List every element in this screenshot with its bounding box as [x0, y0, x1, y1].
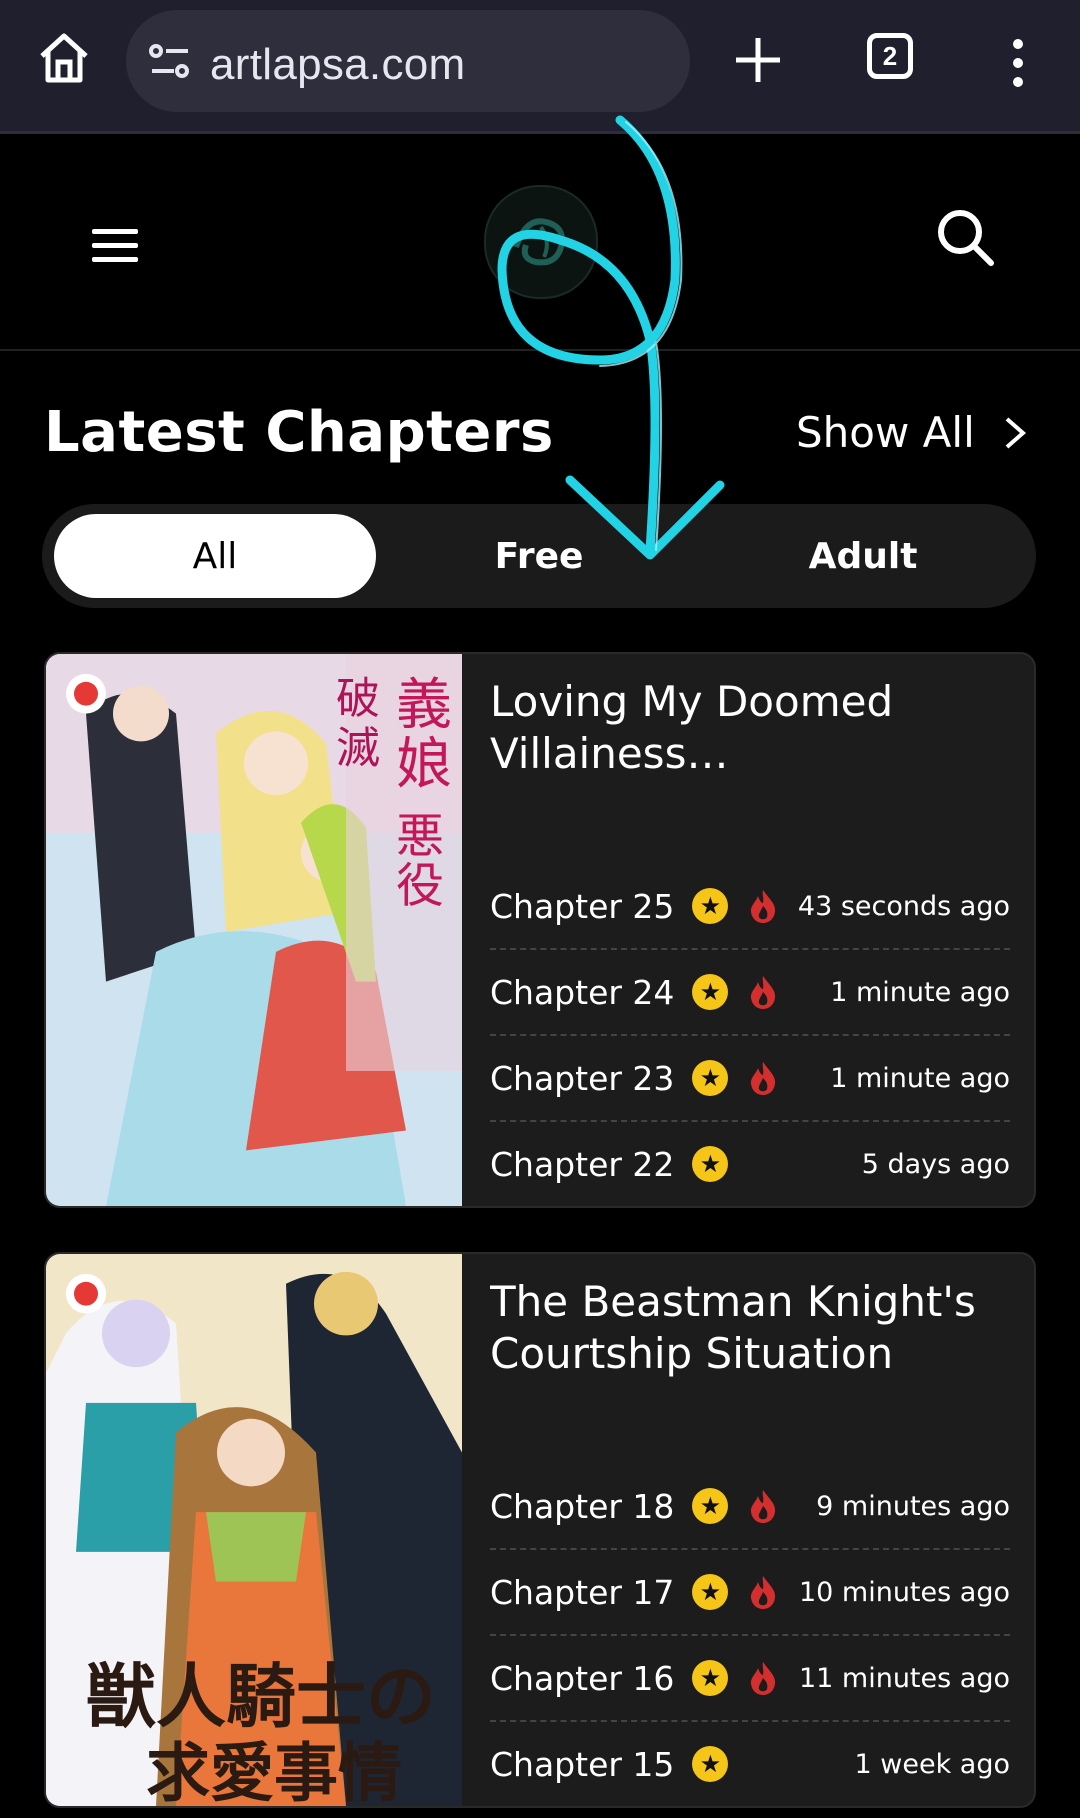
- chapter-time: 10 minutes ago: [798, 1576, 1010, 1608]
- manga-title[interactable]: Loving My Doomed Villainess Stepdaughte…: [490, 676, 1010, 780]
- tab-free[interactable]: Free: [378, 514, 700, 598]
- fire-icon: [751, 1576, 776, 1609]
- fire-icon: [751, 1662, 776, 1695]
- search-icon[interactable]: [935, 207, 995, 267]
- chapter-row[interactable]: Chapter 16 ★ 11 minutes ago: [490, 1636, 1010, 1722]
- chapter-time: 5 days ago: [861, 1148, 1010, 1180]
- chapter-label[interactable]: Chapter 25: [490, 887, 674, 926]
- chevron-right-icon[interactable]: [1003, 413, 1027, 453]
- svg-text:破: 破: [336, 674, 380, 725]
- svg-text:役: 役: [396, 859, 444, 914]
- chapter-row[interactable]: Chapter 17 ★ 10 minutes ago: [490, 1550, 1010, 1636]
- site-logo[interactable]: [484, 185, 598, 299]
- tab-all[interactable]: All: [54, 514, 376, 598]
- fire-icon: [751, 976, 776, 1009]
- star-icon: ★: [692, 1574, 729, 1610]
- chapter-label[interactable]: Chapter 24: [490, 973, 674, 1012]
- site-settings-icon[interactable]: [148, 42, 192, 80]
- chapter-label[interactable]: Chapter 23: [490, 1059, 674, 1098]
- manga-title[interactable]: The Beastman Knight's Courtship Situatio…: [490, 1276, 1010, 1380]
- chapter-row[interactable]: Chapter 15 ★ 1 week ago: [490, 1722, 1010, 1806]
- cover-image[interactable]: 獣人騎士の 求愛事情: [46, 1254, 462, 1806]
- chapter-label[interactable]: Chapter 18: [490, 1487, 674, 1526]
- chapter-label[interactable]: Chapter 17: [490, 1573, 674, 1612]
- chapter-time: 43 seconds ago: [797, 890, 1010, 922]
- svg-text:滅: 滅: [336, 723, 380, 774]
- star-icon: ★: [692, 1060, 729, 1096]
- chapter-time: 11 minutes ago: [798, 1662, 1010, 1694]
- star-icon: ★: [692, 1746, 729, 1782]
- home-icon[interactable]: [36, 30, 92, 86]
- chapter-time: 1 minute ago: [830, 1062, 1010, 1094]
- star-icon: ★: [692, 1660, 729, 1696]
- chapter-time: 1 week ago: [854, 1748, 1011, 1780]
- chapter-label[interactable]: Chapter 22: [490, 1145, 674, 1184]
- star-icon: ★: [692, 888, 729, 924]
- chapter-label[interactable]: Chapter 16: [490, 1659, 674, 1698]
- fire-icon: [751, 1062, 776, 1095]
- cover-image[interactable]: 義 娘 悪 役 破 滅: [46, 654, 462, 1206]
- chapter-list: Chapter 25 ★ 43 seconds ago Chapter 24 ★…: [490, 864, 1010, 1206]
- chapter-list: Chapter 18 ★ 9 minutes ago Chapter 17 ★ …: [490, 1464, 1010, 1806]
- chapter-row[interactable]: Chapter 22 ★ 5 days ago: [490, 1122, 1010, 1206]
- chapter-row[interactable]: Chapter 24 ★ 1 minute ago: [490, 950, 1010, 1036]
- chapter-time: 9 minutes ago: [816, 1490, 1010, 1522]
- tab-adult[interactable]: Adult: [702, 514, 1024, 598]
- chapter-label[interactable]: Chapter 15: [490, 1745, 674, 1784]
- section-title: Latest Chapters: [44, 400, 554, 465]
- tab-switcher-button[interactable]: 2: [867, 33, 913, 79]
- show-all-label[interactable]: Show All: [796, 408, 975, 457]
- address-bar[interactable]: artlapsa.com: [126, 10, 690, 112]
- manga-card[interactable]: 獣人騎士の 求愛事情 The Beastman Knight's Courtsh…: [44, 1252, 1036, 1808]
- svg-text:悪: 悪: [396, 810, 444, 865]
- svg-text:求愛事情: 求愛事情: [146, 1736, 402, 1806]
- browser-toolbar: artlapsa.com 2: [0, 0, 1080, 134]
- site-header: [0, 137, 1080, 351]
- fire-icon: [751, 890, 776, 923]
- hamburger-menu-icon[interactable]: [90, 225, 140, 265]
- star-icon: ★: [692, 1488, 729, 1524]
- chapter-row[interactable]: Chapter 25 ★ 43 seconds ago: [490, 864, 1010, 950]
- chapter-row[interactable]: Chapter 18 ★ 9 minutes ago: [490, 1464, 1010, 1550]
- star-icon: ★: [692, 974, 729, 1010]
- fire-icon: [751, 1490, 776, 1523]
- tab-count: 2: [882, 40, 898, 71]
- star-icon: ★: [692, 1146, 729, 1182]
- new-tab-icon[interactable]: [732, 34, 784, 86]
- svg-text:獣人騎士の: 獣人騎士の: [86, 1657, 436, 1738]
- logo-emblem-icon: [513, 218, 565, 266]
- overflow-menu-icon[interactable]: [1008, 38, 1028, 88]
- manga-card[interactable]: 義 娘 悪 役 破 滅 Loving My Doomed Villainess …: [44, 652, 1036, 1208]
- chapter-time: 1 minute ago: [830, 976, 1010, 1008]
- chapter-row[interactable]: Chapter 23 ★ 1 minute ago: [490, 1036, 1010, 1122]
- filter-tabs: All Free Adult: [42, 504, 1036, 608]
- url-text[interactable]: artlapsa.com: [210, 40, 465, 90]
- svg-text:娘: 娘: [396, 732, 452, 797]
- show-all-link[interactable]: Show All: [796, 408, 1027, 457]
- svg-text:義: 義: [396, 673, 452, 738]
